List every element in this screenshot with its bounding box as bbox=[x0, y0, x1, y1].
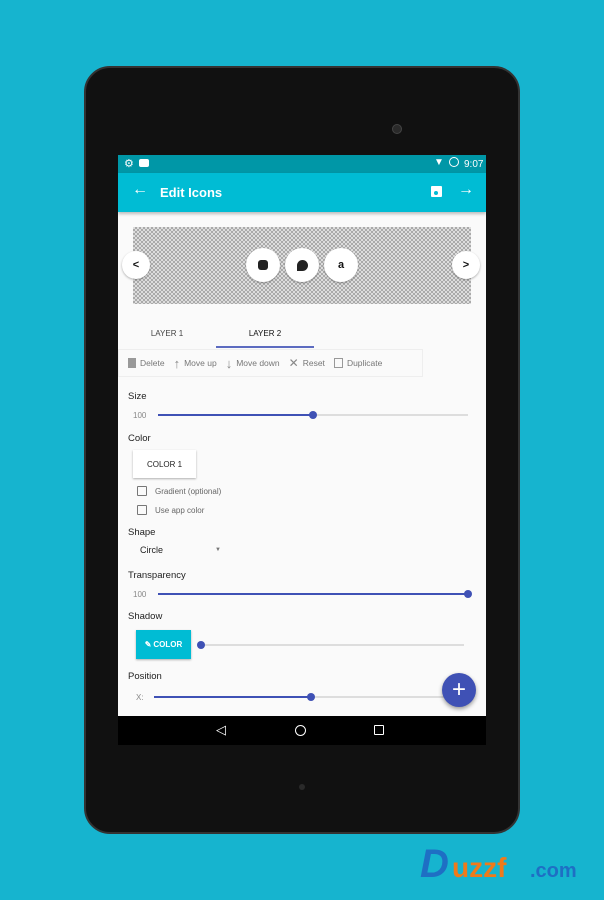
next-button[interactable]: > bbox=[452, 251, 480, 279]
copy-icon bbox=[333, 358, 343, 368]
screen: ⚙ ▼ 9:07 ← Edit Icons → < > a LAYER 1 LA… bbox=[118, 155, 486, 745]
size-slider[interactable] bbox=[158, 411, 468, 419]
move-down-button[interactable]: ↓ Move down bbox=[226, 356, 280, 371]
position-x-label: X: bbox=[136, 693, 144, 702]
duplicate-button[interactable]: Duplicate bbox=[333, 358, 382, 368]
layer-toolbar: Delete ↑ Move up ↓ Move down ✕ Reset Duplic… bbox=[118, 349, 423, 377]
trash-icon bbox=[128, 358, 136, 368]
shadow-label: Shadow bbox=[128, 611, 163, 622]
arrow-down-icon: ↓ bbox=[225, 355, 233, 371]
gradient-label: Gradient (optional) bbox=[155, 487, 222, 496]
use-app-color-label: Use app color bbox=[155, 506, 205, 515]
close-icon: ✕ bbox=[288, 356, 299, 370]
recents-nav-icon[interactable] bbox=[374, 725, 384, 735]
reset-button[interactable]: ✕ Reset bbox=[289, 356, 325, 370]
back-nav-icon[interactable]: ◁ bbox=[216, 722, 226, 738]
shape-dropdown[interactable]: Circle ▼ bbox=[132, 545, 224, 561]
transparency-label: Transparency bbox=[128, 570, 186, 581]
settings-icon: ⚙ bbox=[124, 158, 134, 170]
transparency-slider[interactable] bbox=[158, 590, 472, 598]
shape-label: Shape bbox=[128, 527, 156, 538]
tab-layer-2[interactable]: LAYER 2 bbox=[216, 329, 314, 338]
page-title: Edit Icons bbox=[160, 185, 223, 200]
home-nav-icon[interactable] bbox=[295, 725, 306, 736]
position-label: Position bbox=[128, 671, 162, 682]
hangouts-icon[interactable] bbox=[285, 248, 319, 282]
color-1-button[interactable]: COLOR 1 bbox=[133, 450, 196, 478]
tab-layer-1[interactable]: LAYER 1 bbox=[118, 329, 216, 338]
amazon-icon[interactable]: a bbox=[324, 248, 358, 282]
save-icon[interactable] bbox=[431, 186, 442, 197]
battery-charging-icon bbox=[449, 157, 459, 167]
shadow-slider[interactable] bbox=[197, 641, 464, 649]
active-tab-indicator bbox=[216, 346, 314, 348]
pencil-icon: ✎ bbox=[144, 640, 152, 649]
dropdown-arrow-icon: ▼ bbox=[215, 547, 221, 553]
forward-arrow-icon[interactable]: → bbox=[458, 181, 474, 199]
navigation-bar: ◁ bbox=[118, 716, 486, 745]
camera bbox=[392, 124, 402, 134]
back-arrow-icon[interactable]: ← bbox=[132, 181, 148, 199]
add-fab-button[interactable]: + bbox=[442, 673, 476, 707]
size-value: 100 bbox=[133, 411, 147, 420]
gmail-style-icon[interactable] bbox=[246, 248, 280, 282]
shadow-color-button[interactable]: ✎ COLOR bbox=[136, 630, 191, 659]
transparency-value: 100 bbox=[133, 590, 147, 599]
delete-button[interactable]: Delete bbox=[128, 358, 165, 368]
watermark-logo: D uzzf .com bbox=[420, 842, 577, 886]
shape-value: Circle bbox=[140, 545, 164, 555]
clock: 9:07 bbox=[464, 159, 484, 170]
prev-button[interactable]: < bbox=[122, 251, 150, 279]
arrow-up-icon: ↑ bbox=[173, 355, 181, 371]
sensor bbox=[299, 784, 305, 790]
color-label: Color bbox=[128, 433, 151, 444]
position-x-slider[interactable] bbox=[154, 693, 468, 701]
gradient-checkbox[interactable] bbox=[137, 486, 147, 496]
use-app-color-checkbox[interactable] bbox=[137, 505, 147, 515]
android-icon bbox=[139, 159, 149, 167]
wifi-icon: ▼ bbox=[434, 157, 444, 168]
status-bar: ⚙ ▼ 9:07 bbox=[118, 155, 486, 173]
move-up-button[interactable]: ↑ Move up bbox=[174, 356, 217, 371]
app-bar: ← Edit Icons → bbox=[118, 173, 486, 212]
size-label: Size bbox=[128, 391, 147, 402]
